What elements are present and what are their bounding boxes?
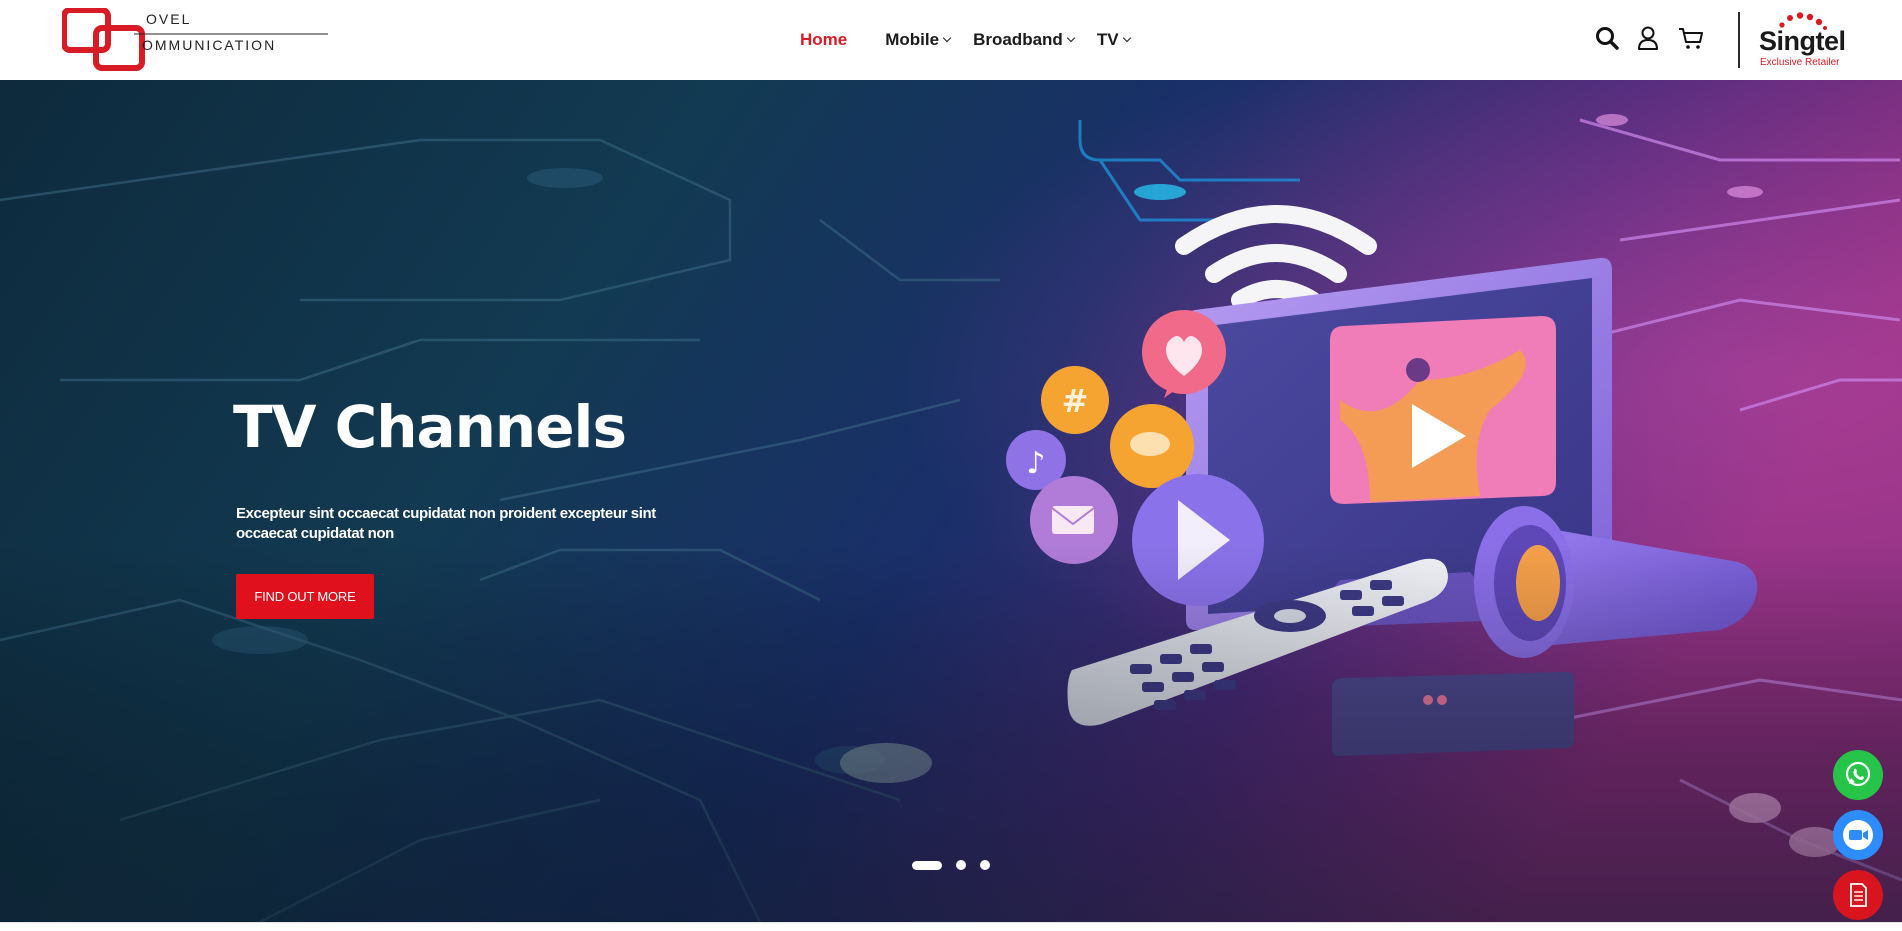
hero-description: Excepteur sint occaecat cupidatat non pr… [236,505,656,542]
hero-illustration: # ♪ [0,80,1902,922]
svg-text:OMMUNICATION: OMMUNICATION [142,37,276,53]
novel-communication-logo[interactable]: OVEL OMMUNICATION [62,8,332,72]
hero-title: TV Channels [233,393,627,461]
user-icon[interactable] [1634,24,1662,52]
slide-dot-1[interactable] [912,860,942,870]
search-icon[interactable] [1593,24,1621,52]
whatsapp-icon [1845,761,1871,787]
document-button[interactable] [1833,870,1883,920]
cart-icon[interactable] [1677,24,1705,52]
header-divider [1738,12,1740,68]
chevron-down-icon [1066,33,1076,43]
video-call-button[interactable] [1833,810,1883,860]
nav-home-label: Home [800,30,848,49]
chevron-down-icon [942,33,952,43]
nav-home[interactable]: Home [800,30,847,50]
svg-text:OVEL: OVEL [146,11,191,27]
nav-mobile[interactable]: Mobile [885,30,952,50]
site-header: OVEL OMMUNICATION Home Mobile Broadband … [0,0,1902,80]
main-nav: Home Mobile Broadband TV [800,26,1131,54]
video-call-icon [1843,820,1873,850]
document-icon [1850,883,1867,907]
singtel-partner-logo[interactable]: Singtel Exclusive Retailer [1752,10,1846,70]
nav-broadband-label: Broadband [973,30,1063,49]
find-out-more-button[interactable]: FIND OUT MORE [236,574,374,619]
slider-pagination [912,860,1004,870]
singtel-tagline: Exclusive Retailer [1760,57,1840,68]
nav-tv-label: TV [1096,30,1119,49]
nav-mobile-label: Mobile [885,30,940,49]
nav-tv[interactable]: TV [1096,30,1131,50]
slide-dot-3[interactable] [980,860,990,870]
nav-broadband[interactable]: Broadband [973,30,1076,50]
singtel-name: Singtel [1759,26,1846,56]
whatsapp-button[interactable] [1833,750,1883,800]
hero-banner: # ♪ TV Channels Excepteur sint occaecat … [0,80,1902,922]
chevron-down-icon [1122,33,1131,43]
slide-dot-2[interactable] [956,860,966,870]
